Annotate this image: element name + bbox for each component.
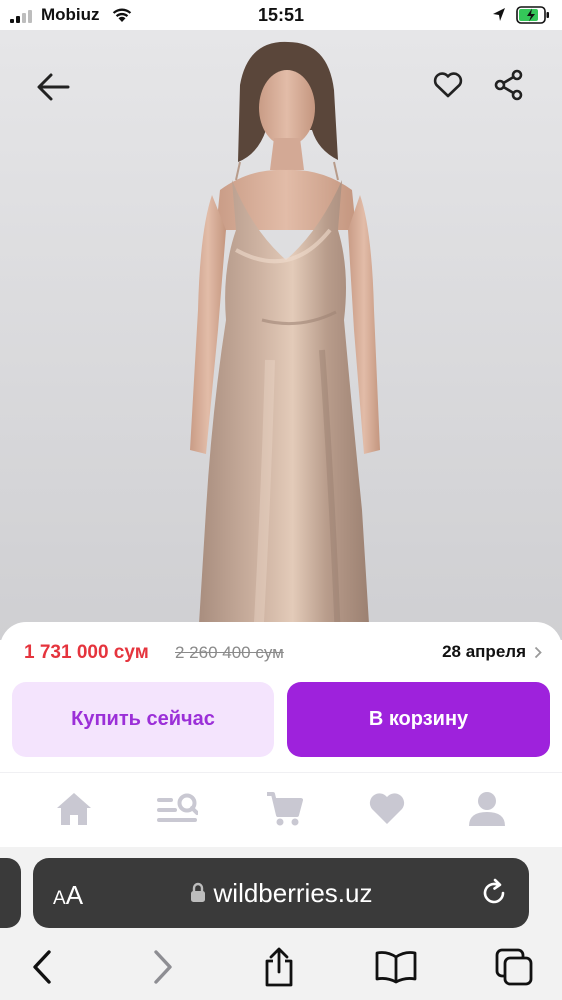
buy-now-button[interactable]: Купить сейчас <box>12 682 274 757</box>
heart-outline-icon <box>433 72 463 98</box>
browser-toolbar: AA wildberries.uz <box>0 847 562 1000</box>
chevron-left-icon <box>33 950 51 984</box>
old-price: 2 260 400 сум <box>175 643 284 662</box>
current-price: 1 731 000 сум <box>24 642 149 663</box>
chevron-right-icon <box>154 950 172 984</box>
favorites-icon <box>369 793 405 824</box>
nav-cart[interactable] <box>260 787 308 831</box>
reload-icon <box>483 878 505 904</box>
favorite-button[interactable] <box>426 63 470 107</box>
delivery-date-link[interactable]: 28 апреля <box>442 642 542 662</box>
catalog-search-icon <box>157 793 198 822</box>
share-page-button[interactable] <box>257 945 301 989</box>
nav-profile[interactable] <box>463 787 511 831</box>
share-button[interactable] <box>487 63 531 107</box>
arrow-left-icon <box>37 73 70 101</box>
delivery-date: 28 апреля <box>442 642 526 661</box>
browser-forward-button[interactable] <box>141 945 185 989</box>
tabs-button[interactable] <box>492 945 536 989</box>
profile-icon <box>469 792 505 826</box>
url-display[interactable]: wildberries.uz <box>33 878 529 909</box>
book-icon <box>375 951 417 984</box>
product-photo[interactable] <box>0 30 562 640</box>
status-bar: Mobiuz 15:51 <box>0 0 562 30</box>
share-upload-icon <box>265 947 293 987</box>
add-to-cart-button[interactable]: В корзину <box>287 682 550 757</box>
home-icon <box>57 793 91 825</box>
url-text: wildberries.uz <box>213 878 373 908</box>
cart-icon <box>267 792 303 826</box>
nav-catalog-search[interactable] <box>153 787 201 831</box>
status-time: 15:51 <box>257 5 305 25</box>
bookmarks-button[interactable] <box>374 945 418 989</box>
purchase-panel: 1 731 000 сум 2 260 400 сум 28 апреля Ку… <box>0 622 562 772</box>
lock-icon <box>190 882 205 903</box>
previous-tab-preview[interactable] <box>0 858 21 928</box>
location-arrow-icon <box>492 7 506 28</box>
address-bar[interactable]: AA wildberries.uz <box>33 858 529 928</box>
nav-favorites[interactable] <box>363 787 411 831</box>
chevron-right-icon <box>534 646 542 658</box>
browser-back-button[interactable] <box>20 945 64 989</box>
nav-home[interactable] <box>50 787 98 831</box>
price-row: 1 731 000 сум 2 260 400 сум 28 апреля <box>24 642 542 666</box>
back-button[interactable] <box>31 65 75 109</box>
bottom-navigation <box>0 772 562 847</box>
tabs-icon <box>495 948 533 986</box>
battery-icon <box>516 6 550 24</box>
share-icon <box>494 69 523 101</box>
reload-button[interactable] <box>479 878 509 913</box>
product-dress-image <box>0 30 562 640</box>
